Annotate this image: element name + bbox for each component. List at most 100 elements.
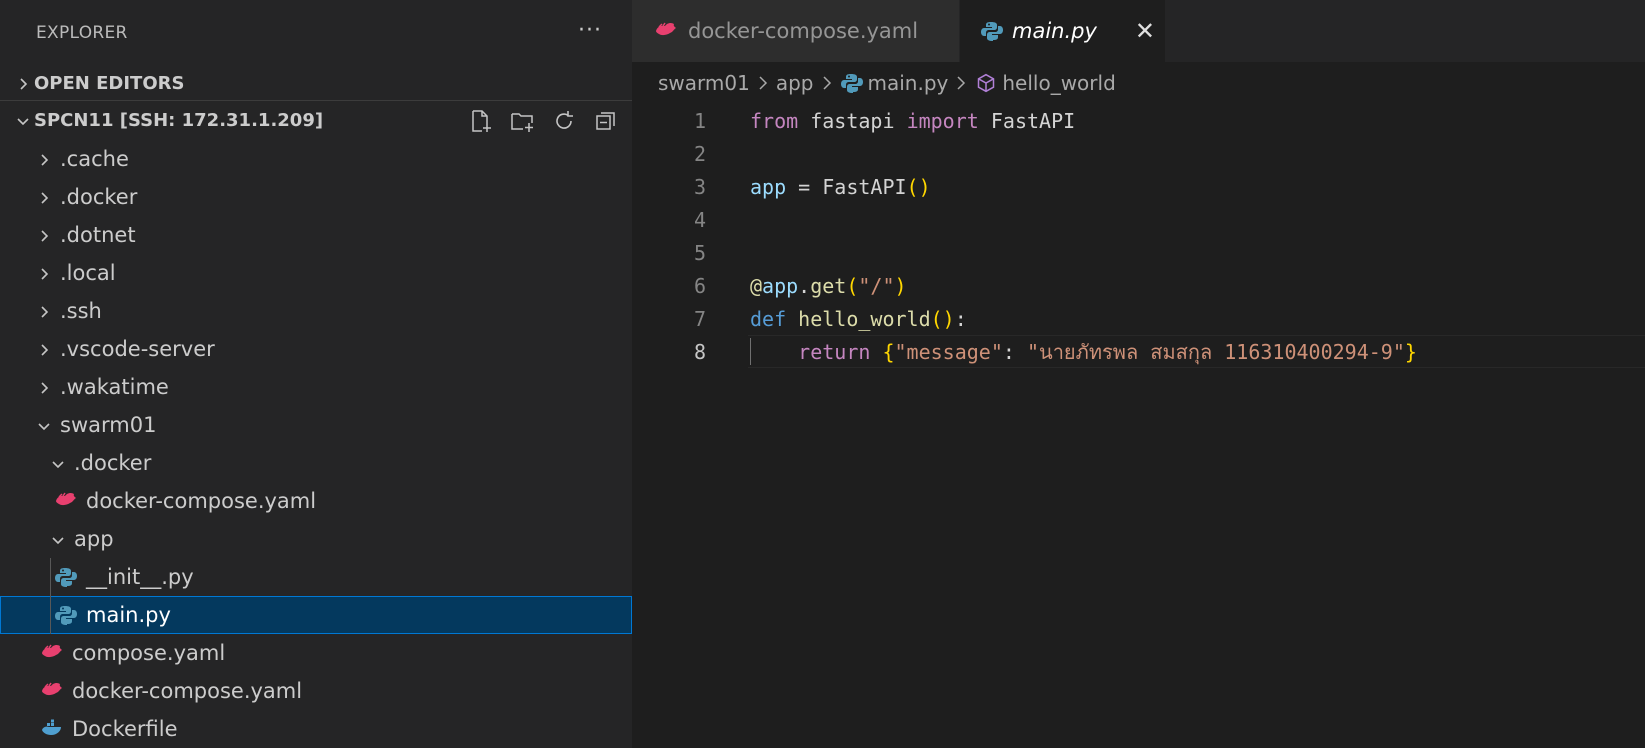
code-line-current: 8 return {"message": "นายภัทรพล สมสกุล 1… [632, 335, 1645, 368]
chevron-down-icon [48, 451, 68, 475]
code-line: 1 from fastapi import FastAPI [632, 104, 1645, 137]
chevron-down-icon [12, 110, 34, 131]
tree-item-label: .cache [60, 147, 129, 171]
line-number: 1 [693, 108, 706, 133]
line-number: 3 [693, 174, 706, 199]
tree-item-label: compose.yaml [72, 641, 226, 665]
chevron-right-icon [34, 337, 54, 361]
tab-docker-compose[interactable]: docker-compose.yaml [632, 0, 960, 62]
line-number: 5 [693, 240, 706, 265]
explorer-header: EXPLORER ··· [0, 0, 632, 66]
indent-guide [50, 558, 51, 596]
tree-item-label: .local [60, 261, 116, 285]
breadcrumb-item[interactable]: hello_world [1002, 71, 1115, 95]
tree-item-wakatime[interactable]: .wakatime [0, 368, 632, 406]
chevron-down-icon [48, 527, 68, 551]
new-file-icon[interactable] [466, 108, 494, 134]
explorer-title: EXPLORER [36, 23, 128, 43]
chevron-right-icon [34, 185, 54, 209]
line-number: 7 [693, 306, 706, 331]
docker-file-icon [38, 680, 66, 702]
chevron-right-icon [956, 71, 966, 95]
breadcrumb-item[interactable]: main.py [868, 71, 949, 95]
tab-main-py[interactable]: main.py ✕ [960, 0, 1166, 62]
tree-item-label: .ssh [60, 299, 102, 323]
indent-guide [50, 596, 51, 634]
tree-item-label: docker-compose.yaml [86, 489, 317, 513]
open-editors-section[interactable]: OPEN EDITORS [0, 66, 632, 100]
refresh-icon[interactable] [550, 108, 578, 134]
docker-file-icon [652, 20, 680, 42]
tree-item-local[interactable]: .local [0, 254, 632, 292]
line-number: 4 [693, 207, 706, 232]
tree-item-dockerfile[interactable]: Dockerfile [0, 710, 632, 748]
tree-item-main-py[interactable]: main.py [0, 596, 632, 634]
code-line: 3 app = FastAPI() [632, 170, 1645, 203]
python-file-icon [980, 20, 1004, 42]
tree-item-label: .wakatime [60, 375, 169, 399]
docker-file-icon [52, 490, 80, 512]
tree-item-label: __init__.py [86, 565, 194, 589]
explorer-sidebar: EXPLORER ··· OPEN EDITORS SPCN11 [SSH: 1… [0, 0, 632, 748]
breadcrumb: swarm01 app main.py hello_world [632, 62, 1645, 104]
code-line: 7 def hello_world(): [632, 302, 1645, 335]
chevron-right-icon [12, 73, 34, 94]
chevron-down-icon [34, 413, 54, 437]
chevron-right-icon [822, 71, 832, 95]
tree-item-label: .dotnet [60, 223, 136, 247]
tree-item-cache[interactable]: .cache [0, 140, 632, 178]
python-file-icon [840, 72, 864, 94]
tree-item-label: app [74, 527, 114, 551]
more-actions-icon[interactable]: ··· [578, 18, 602, 43]
code-text: def hello_world(): [750, 306, 967, 331]
workspace-label: SPCN11 [SSH: 172.31.1.209] [34, 110, 324, 131]
close-icon[interactable]: ✕ [1135, 17, 1155, 45]
chevron-right-icon [34, 147, 54, 171]
code-editor[interactable]: 1 from fastapi import FastAPI 2 3 app = … [632, 104, 1645, 368]
tree-item-swarm01[interactable]: swarm01 [0, 406, 632, 444]
tree-item-label: docker-compose.yaml [72, 679, 303, 703]
tree-item-docker-compose-yaml[interactable]: docker-compose.yaml [0, 672, 632, 710]
tree-item-docker-compose-nested[interactable]: docker-compose.yaml [0, 482, 632, 520]
open-editors-label: OPEN EDITORS [34, 72, 185, 94]
chevron-right-icon [34, 375, 54, 399]
tab-label: docker-compose.yaml [688, 19, 919, 43]
tree-item-ssh[interactable]: .ssh [0, 292, 632, 330]
tree-item-compose-yaml[interactable]: compose.yaml [0, 634, 632, 672]
line-number: 8 [693, 339, 706, 364]
tab-bar: docker-compose.yaml main.py ✕ [632, 0, 1645, 62]
tree-item-app[interactable]: app [0, 520, 632, 558]
tree-item-label: Dockerfile [72, 717, 178, 741]
line-number: 6 [693, 273, 706, 298]
line-number: 2 [693, 141, 706, 166]
tree-item-docker[interactable]: .docker [0, 178, 632, 216]
python-file-icon [52, 566, 80, 588]
new-folder-icon[interactable] [508, 108, 536, 134]
chevron-right-icon [34, 223, 54, 247]
breadcrumb-item[interactable]: swarm01 [658, 71, 750, 95]
file-tree: .cache .docker .dotnet .local .ssh .vsco… [0, 140, 632, 748]
tree-item-label: swarm01 [60, 413, 157, 437]
tree-item-init-py[interactable]: __init__.py [0, 558, 632, 596]
code-line: 2 [632, 137, 1645, 170]
dockerfile-icon [38, 718, 66, 740]
breadcrumb-item[interactable]: app [776, 71, 814, 95]
code-line: 6 @app.get("/") [632, 269, 1645, 302]
tab-label: main.py [1012, 19, 1097, 43]
collapse-all-icon[interactable] [592, 108, 620, 134]
tree-item-swarm01-docker[interactable]: .docker [0, 444, 632, 482]
tree-item-label: .vscode-server [60, 337, 215, 361]
tree-item-dotnet[interactable]: .dotnet [0, 216, 632, 254]
code-text: app = FastAPI() [750, 174, 931, 199]
workspace-actions [466, 108, 620, 134]
docker-file-icon [38, 642, 66, 664]
code-line: 5 [632, 236, 1645, 269]
chevron-right-icon [758, 71, 768, 95]
tree-item-vscode-server[interactable]: .vscode-server [0, 330, 632, 368]
workspace-section[interactable]: SPCN11 [SSH: 172.31.1.209] [0, 100, 632, 140]
chevron-right-icon [34, 299, 54, 323]
tree-item-label: .docker [60, 185, 138, 209]
chevron-right-icon [34, 261, 54, 285]
code-text: return {"message": "นายภัทรพล สมสกุล 116… [798, 339, 1417, 364]
code-text: from fastapi import FastAPI [750, 108, 1076, 133]
